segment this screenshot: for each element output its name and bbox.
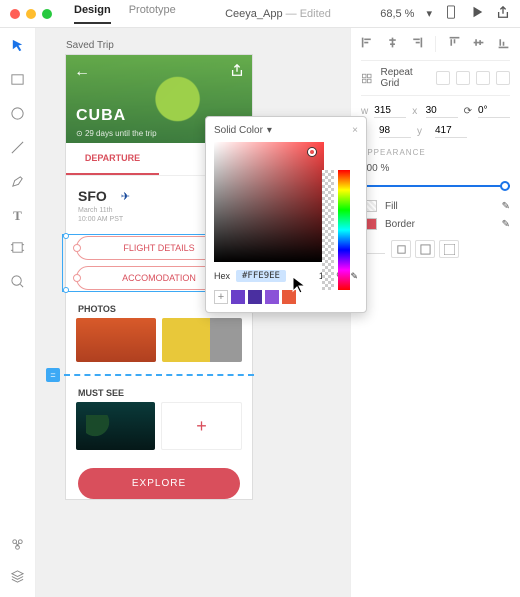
hue-slider[interactable] — [338, 170, 350, 290]
tool-column: T — [0, 28, 36, 597]
width-label: w — [361, 106, 368, 117]
zoom-chevron-icon[interactable]: ▾ — [426, 7, 432, 20]
doc-name: Ceeya_App — [225, 8, 283, 20]
hex-input[interactable]: #FFE9EE — [236, 270, 286, 282]
repeat-grid-button[interactable]: Repeat Grid — [380, 67, 428, 89]
select-tool-icon[interactable] — [10, 38, 25, 56]
text-tool-icon[interactable]: T — [13, 208, 22, 224]
repeat-grid-icon — [361, 72, 372, 85]
align-top-icon[interactable] — [448, 36, 461, 52]
hero-title: CUBA — [76, 107, 126, 125]
document-title: Ceeya_App — Edited — [176, 8, 380, 20]
align-center-h-icon[interactable] — [386, 36, 399, 52]
artboard-label[interactable]: Saved Trip — [66, 40, 350, 51]
x-input[interactable] — [426, 104, 458, 118]
minimize-dot[interactable] — [26, 9, 36, 19]
rectangle-tool-icon[interactable] — [10, 72, 25, 90]
color-picker-popover[interactable]: Solid Color ▾ × Hex #FFE9EE 100 % ✎ + — [205, 116, 367, 313]
color-mode-dropdown[interactable]: Solid Color — [214, 125, 263, 136]
align-left-icon[interactable] — [361, 36, 374, 52]
add-swatch-button[interactable]: + — [214, 290, 228, 304]
boolean-subtract-icon[interactable] — [456, 71, 470, 85]
photo-thumb-2[interactable] — [162, 318, 242, 362]
artboard-tool-icon[interactable] — [10, 240, 25, 258]
inspector-panel: Repeat Grid w x ⟳ y APPEARANCE 100 % — [350, 28, 520, 597]
opacity-slider[interactable] — [361, 180, 510, 192]
cursor-icon — [292, 276, 306, 294]
zoom-tool-icon[interactable] — [10, 274, 25, 292]
align-bottom-icon[interactable] — [497, 36, 510, 52]
border-eyedropper-icon[interactable]: ✎ — [502, 219, 510, 230]
pen-tool-icon[interactable] — [10, 174, 25, 192]
layers-icon[interactable] — [10, 569, 25, 587]
back-arrow-icon[interactable]: ← — [74, 63, 90, 81]
saturation-value-field[interactable] — [214, 142, 324, 262]
tab-design[interactable]: Design — [74, 4, 111, 24]
departure-code: SFO — [78, 188, 107, 204]
mustsee-heading: MUST SEE — [66, 380, 252, 402]
fill-label: Fill — [385, 201, 398, 212]
boolean-intersect-icon[interactable] — [476, 71, 490, 85]
x-label: x — [412, 106, 419, 117]
height-input[interactable] — [379, 124, 411, 138]
swatch-3[interactable] — [265, 290, 279, 304]
chevron-down-icon[interactable]: ▾ — [267, 125, 272, 136]
y-label: y — [417, 126, 429, 137]
play-icon[interactable] — [470, 5, 484, 22]
swatch-1[interactable] — [231, 290, 245, 304]
fill-eyedropper-icon[interactable]: ✎ — [502, 201, 510, 212]
zoom-level[interactable]: 68,5 % — [380, 8, 414, 20]
assets-icon[interactable] — [10, 537, 25, 555]
share-icon[interactable] — [496, 5, 510, 22]
tab-prototype[interactable]: Prototype — [129, 4, 176, 24]
border-label: Border — [385, 219, 415, 230]
align-middle-icon[interactable] — [472, 36, 485, 52]
repeat-grid-divider[interactable]: = — [64, 374, 254, 376]
boolean-exclude-icon[interactable] — [496, 71, 510, 85]
align-right-icon[interactable] — [410, 36, 423, 52]
line-tool-icon[interactable] — [10, 140, 25, 158]
zoom-dot[interactable] — [42, 9, 52, 19]
rotate-icon: ⟳ — [464, 106, 472, 117]
mustsee-add-button[interactable]: + — [161, 402, 242, 450]
y-input[interactable] — [435, 124, 467, 138]
alpha-slider[interactable] — [322, 170, 334, 290]
photo-thumb-1[interactable] — [76, 318, 156, 362]
tab-departure[interactable]: DEPARTURE — [66, 143, 159, 175]
plane-icon: ✈ — [121, 190, 130, 203]
width-input[interactable] — [374, 104, 406, 118]
swatch-2[interactable] — [248, 290, 262, 304]
doc-edited: — Edited — [283, 8, 331, 20]
ellipse-tool-icon[interactable] — [10, 106, 25, 124]
hero-share-icon[interactable] — [230, 63, 244, 80]
close-icon[interactable]: × — [352, 125, 358, 136]
hex-label: Hex — [214, 271, 230, 281]
picker-eyedropper-icon[interactable]: ✎ — [350, 271, 358, 282]
rotation-input[interactable] — [478, 104, 510, 118]
close-dot[interactable] — [10, 9, 20, 19]
window-controls[interactable] — [10, 9, 52, 19]
repeat-handle-icon[interactable]: = — [46, 368, 60, 382]
stroke-inner-icon[interactable] — [391, 240, 411, 258]
mustsee-thumb-1[interactable] — [76, 402, 155, 450]
device-preview-icon[interactable] — [444, 5, 458, 22]
explore-button[interactable]: EXPLORE — [78, 468, 240, 499]
stroke-center-icon[interactable] — [415, 240, 435, 258]
appearance-heading: APPEARANCE — [361, 148, 510, 157]
boolean-add-icon[interactable] — [436, 71, 450, 85]
stroke-outer-icon[interactable] — [439, 240, 459, 258]
hero-subtitle: ⊙ 29 days until the trip — [76, 129, 157, 138]
